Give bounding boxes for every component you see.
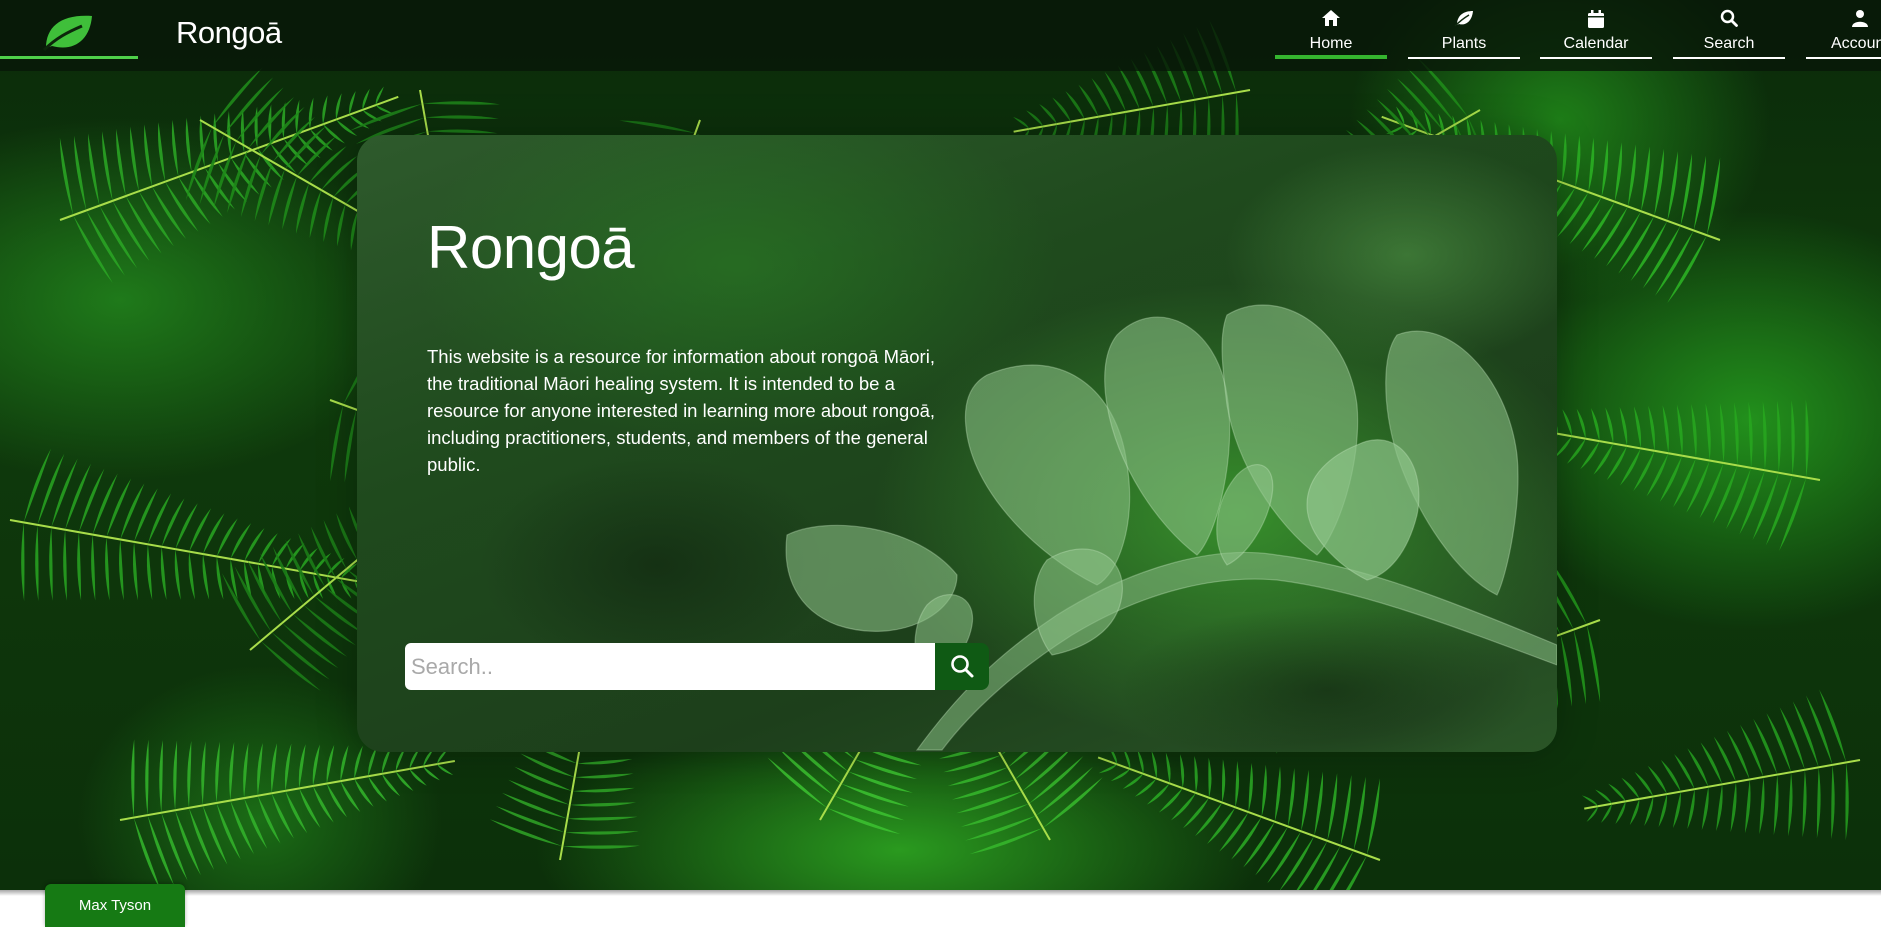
fern-frond bbox=[1581, 689, 1861, 841]
user-icon bbox=[1852, 10, 1868, 27]
nav-calendar[interactable]: Calendar bbox=[1540, 0, 1652, 59]
nav-search-label: Search bbox=[1703, 35, 1755, 52]
nav-home[interactable]: Home bbox=[1275, 0, 1387, 59]
calendar-icon bbox=[1588, 10, 1604, 28]
hero-title: Rongoā bbox=[427, 214, 635, 281]
leaf-icon bbox=[1454, 11, 1473, 27]
search-icon bbox=[1720, 9, 1738, 27]
nav-calendar-label: Calendar bbox=[1563, 35, 1629, 52]
footer-divider bbox=[0, 890, 1881, 896]
top-nav: Rongoā Home Plants Calendar Search Accou… bbox=[0, 0, 1881, 71]
nav-account[interactable]: Account bbox=[1806, 0, 1881, 59]
logo-link[interactable] bbox=[0, 0, 138, 59]
user-name-tab[interactable]: Max Tyson bbox=[45, 884, 185, 927]
search-button[interactable] bbox=[935, 643, 989, 690]
hero-card: Rongoā This website is a resource for in… bbox=[357, 135, 1557, 752]
home-icon bbox=[1322, 10, 1340, 26]
hero-description: This website is a resource for informati… bbox=[427, 346, 936, 475]
nav-account-label: Account bbox=[1831, 35, 1881, 52]
site-title[interactable]: Rongoā bbox=[176, 15, 282, 51]
search-input[interactable] bbox=[405, 643, 937, 690]
leaf-logo-icon bbox=[42, 15, 92, 52]
nav-home-label: Home bbox=[1309, 35, 1353, 52]
search-icon bbox=[951, 655, 974, 678]
nav-plants-label: Plants bbox=[1441, 35, 1487, 52]
nav-search[interactable]: Search bbox=[1673, 0, 1785, 59]
nav-plants[interactable]: Plants bbox=[1408, 0, 1520, 59]
